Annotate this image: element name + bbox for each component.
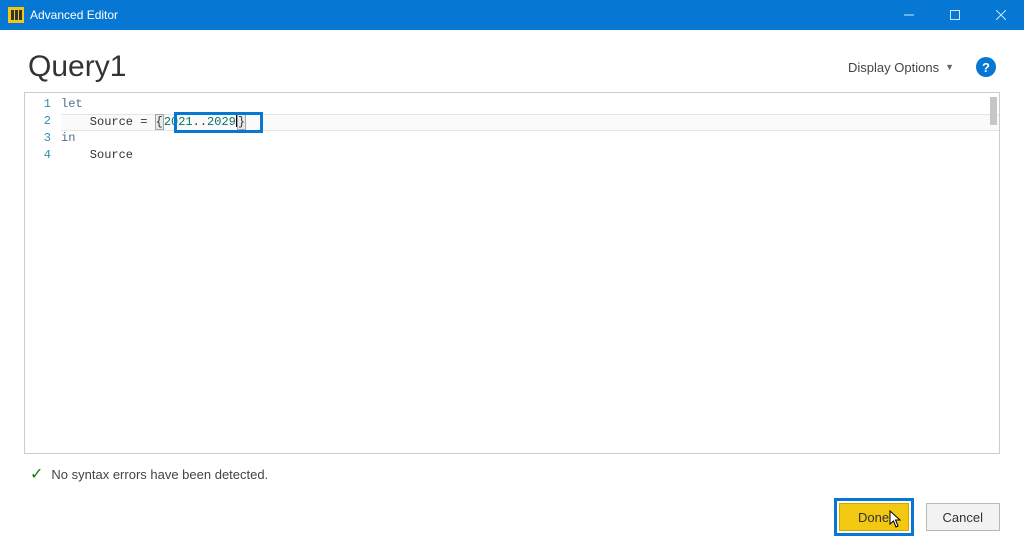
display-options-label: Display Options	[848, 60, 939, 75]
cancel-button-label: Cancel	[943, 510, 983, 525]
maximize-button[interactable]	[932, 0, 978, 30]
footer-buttons: Done Cancel	[834, 498, 1000, 536]
line-number-gutter: 1 2 3 4	[25, 93, 61, 453]
line-number: 4	[25, 148, 61, 165]
check-icon: ✓	[30, 464, 43, 484]
line-number: 2	[25, 114, 61, 131]
code-line: Source = {2021..2029}	[61, 114, 999, 131]
window-controls	[886, 0, 1024, 30]
code-line: Source	[61, 148, 999, 165]
status-bar: ✓ No syntax errors have been detected.	[0, 454, 1024, 484]
help-icon: ?	[982, 60, 990, 75]
line-number: 1	[25, 97, 61, 114]
help-button[interactable]: ?	[976, 57, 996, 77]
display-options-dropdown[interactable]: Display Options ▼	[840, 56, 962, 79]
code-line: let	[61, 97, 999, 114]
chevron-down-icon: ▼	[945, 62, 954, 72]
cancel-button[interactable]: Cancel	[926, 503, 1000, 531]
code-line: in	[61, 131, 999, 148]
close-button[interactable]	[978, 0, 1024, 30]
done-button-label: Done	[858, 510, 889, 525]
header: Query1 Display Options ▼ ?	[0, 30, 1024, 92]
cursor-icon	[889, 510, 903, 531]
line-number: 3	[25, 131, 61, 148]
window-title: Advanced Editor	[30, 8, 118, 22]
app-icon	[8, 7, 24, 23]
minimize-button[interactable]	[886, 0, 932, 30]
query-name[interactable]: Query1	[28, 50, 126, 84]
annotation-highlight-done: Done	[834, 498, 914, 536]
code-editor[interactable]: 1 2 3 4 let Source = {2021..2029} in Sou…	[24, 92, 1000, 454]
status-message: No syntax errors have been detected.	[51, 467, 268, 482]
code-area[interactable]: let Source = {2021..2029} in Source	[61, 93, 999, 453]
titlebar: Advanced Editor	[0, 0, 1024, 30]
done-button[interactable]: Done	[839, 503, 909, 531]
